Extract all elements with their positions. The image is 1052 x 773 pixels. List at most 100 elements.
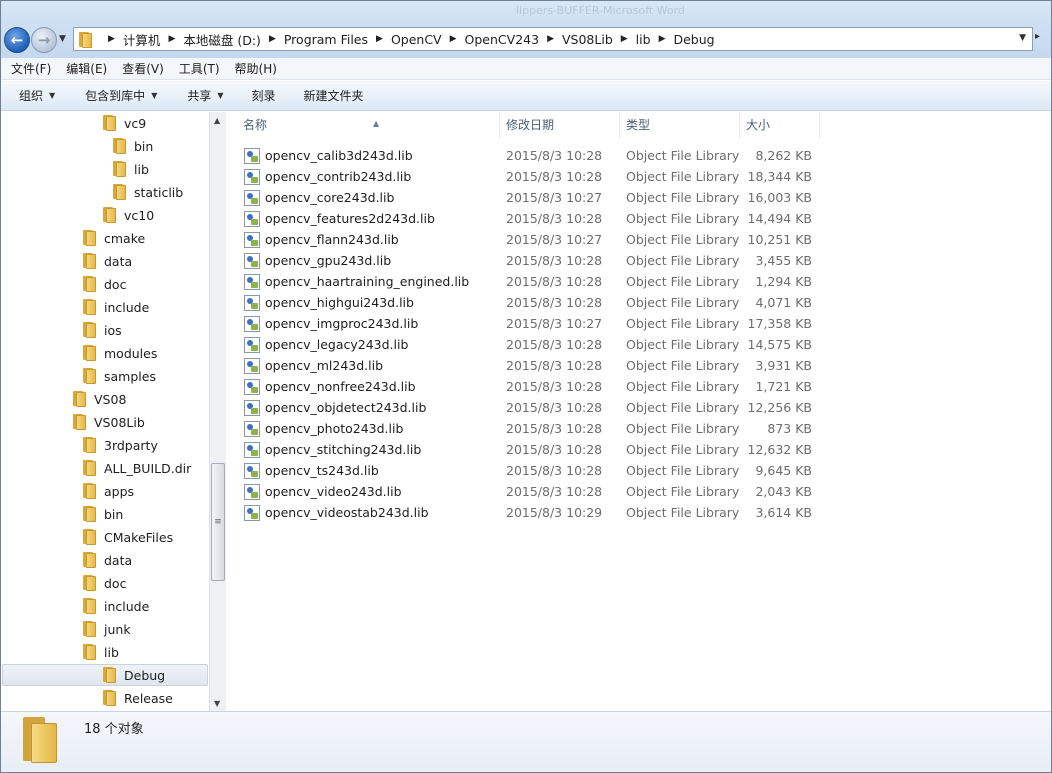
tree-item[interactable]: apps xyxy=(82,480,134,502)
tree-item[interactable]: ALL_BUILD.dir xyxy=(82,457,191,479)
tree-item[interactable]: vc9 xyxy=(102,112,146,134)
tree-item[interactable]: VS08 xyxy=(72,388,126,410)
address-dropdown-icon[interactable]: ▼ xyxy=(1019,33,1026,43)
tree-item[interactable]: lib xyxy=(82,641,119,663)
tree-item[interactable]: junk xyxy=(82,618,131,640)
file-name-cell[interactable]: opencv_core243d.lib xyxy=(244,187,394,208)
forward-button[interactable]: → xyxy=(31,27,57,53)
chevron-right-icon[interactable]: ▶ xyxy=(659,34,666,44)
file-name-cell[interactable]: opencv_highgui243d.lib xyxy=(244,292,414,313)
tree-item[interactable]: modules xyxy=(82,342,157,364)
file-name-cell[interactable]: opencv_flann243d.lib xyxy=(244,229,399,250)
tree-item[interactable]: CMakeFiles xyxy=(82,526,173,548)
chevron-right-icon[interactable]: ▶ xyxy=(450,34,457,44)
breadcrumb-computer[interactable]: 计算机 xyxy=(123,30,161,49)
back-button[interactable]: ← xyxy=(4,27,30,53)
share-button[interactable]: 共享 ▼ xyxy=(187,87,223,104)
file-row[interactable]: opencv_objdetect243d.lib 2015/8/3 10:28 Ob… xyxy=(227,397,1051,418)
breadcrumb-debug[interactable]: Debug xyxy=(673,32,714,47)
tree-item[interactable]: 3rdparty xyxy=(82,434,158,456)
tree-item[interactable]: doc xyxy=(82,273,126,295)
tree-item[interactable]: samples xyxy=(82,365,156,387)
breadcrumb-opencv[interactable]: OpenCV xyxy=(391,32,442,47)
tree-item[interactable]: data xyxy=(82,250,132,272)
file-row[interactable]: opencv_calib3d243d.lib 2015/8/3 10:28 Obje… xyxy=(227,145,1051,166)
scrollbar-thumb[interactable]: ≡ xyxy=(211,463,225,581)
file-row[interactable]: opencv_gpu243d.lib 2015/8/3 10:28 Object F… xyxy=(227,250,1051,271)
tree-item[interactable]: Debug xyxy=(2,664,208,686)
file-name-cell[interactable]: opencv_ts243d.lib xyxy=(244,460,379,481)
tree-item[interactable]: staticlib xyxy=(112,181,183,203)
file-name-cell[interactable]: opencv_video243d.lib xyxy=(244,481,402,502)
file-name-cell[interactable]: opencv_videostab243d.lib xyxy=(244,502,429,523)
file-row[interactable]: opencv_ml243d.lib 2015/8/3 10:28 Object Fi… xyxy=(227,355,1051,376)
file-name-cell[interactable]: opencv_contrib243d.lib xyxy=(244,166,411,187)
column-header-size[interactable]: 大小 xyxy=(740,112,820,139)
file-name-cell[interactable]: opencv_legacy243d.lib xyxy=(244,334,408,355)
chevron-right-icon[interactable]: ▶ xyxy=(269,34,276,44)
file-row[interactable]: opencv_contrib243d.lib 2015/8/3 10:28 Obje… xyxy=(227,166,1051,187)
file-row[interactable]: opencv_photo243d.lib 2015/8/3 10:28 Object… xyxy=(227,418,1051,439)
menu-view[interactable]: 查看(V) xyxy=(122,60,164,77)
chevron-right-icon[interactable]: ▶ xyxy=(547,34,554,44)
tree-item[interactable]: ios xyxy=(82,319,122,341)
refresh-icon[interactable]: ▸ xyxy=(1035,31,1040,42)
include-in-library-button[interactable]: 包含到库中 ▼ xyxy=(85,87,157,104)
chevron-right-icon[interactable]: ▶ xyxy=(168,34,175,44)
column-header-name[interactable]: 名称 ▲ xyxy=(237,112,500,139)
file-name-cell[interactable]: opencv_gpu243d.lib xyxy=(244,250,391,271)
tree-item[interactable]: Release xyxy=(102,687,173,709)
file-row[interactable]: opencv_video243d.lib 2015/8/3 10:28 Object… xyxy=(227,481,1051,502)
tree-item[interactable]: data xyxy=(82,549,132,571)
file-name-cell[interactable]: opencv_objdetect243d.lib xyxy=(244,397,426,418)
tree-item[interactable]: doc xyxy=(82,572,126,594)
file-name-cell[interactable]: opencv_ml243d.lib xyxy=(244,355,383,376)
menu-tools[interactable]: 工具(T) xyxy=(179,60,220,77)
tree-item[interactable]: vc10 xyxy=(102,204,154,226)
tree-item[interactable]: bin xyxy=(82,503,123,525)
tree-item[interactable]: lib xyxy=(112,158,149,180)
file-name-cell[interactable]: opencv_photo243d.lib xyxy=(244,418,403,439)
column-header-date[interactable]: 修改日期 xyxy=(500,112,620,139)
new-folder-button[interactable]: 新建文件夹 xyxy=(304,87,364,104)
file-name-cell[interactable]: opencv_calib3d243d.lib xyxy=(244,145,413,166)
file-name-cell[interactable]: opencv_nonfree243d.lib xyxy=(244,376,416,397)
file-row[interactable]: opencv_ts243d.lib 2015/8/3 10:28 Object Fi… xyxy=(227,460,1051,481)
address-bar[interactable]: ▶ 计算机 ▶ 本地磁盘 (D:) ▶ Program Files ▶ Open… xyxy=(73,27,1033,51)
scroll-down-icon[interactable]: ▼ xyxy=(214,699,220,708)
burn-button[interactable]: 刻录 xyxy=(252,87,276,104)
menu-help[interactable]: 帮助(H) xyxy=(235,60,277,77)
chevron-right-icon[interactable]: ▶ xyxy=(376,34,383,44)
tree-item[interactable]: VS08Lib xyxy=(72,411,145,433)
file-name-cell[interactable]: opencv_imgproc243d.lib xyxy=(244,313,418,334)
file-row[interactable]: opencv_highgui243d.lib 2015/8/3 10:28 Obje… xyxy=(227,292,1051,313)
column-header-type[interactable]: 类型 xyxy=(620,112,740,139)
file-name-cell[interactable]: opencv_features2d243d.lib xyxy=(244,208,435,229)
breadcrumb-opencv243[interactable]: OpenCV243 xyxy=(465,32,540,47)
file-name-cell[interactable]: opencv_stitching243d.lib xyxy=(244,439,421,460)
file-row[interactable]: opencv_videostab243d.lib 2015/8/3 10:29 Ob… xyxy=(227,502,1051,523)
chevron-right-icon[interactable]: ▶ xyxy=(621,34,628,44)
recent-pages-dropdown-icon[interactable]: ▼ xyxy=(59,34,66,44)
breadcrumb-local-disk[interactable]: 本地磁盘 (D:) xyxy=(183,30,261,49)
file-row[interactable]: opencv_stitching243d.lib 2015/8/3 10:28 Ob… xyxy=(227,439,1051,460)
menu-edit[interactable]: 编辑(E) xyxy=(66,60,107,77)
breadcrumb-program-files[interactable]: Program Files xyxy=(284,32,368,47)
file-row[interactable]: opencv_imgproc243d.lib 2015/8/3 10:27 Obje… xyxy=(227,313,1051,334)
breadcrumb-vs08lib[interactable]: VS08Lib xyxy=(562,32,613,47)
tree-item[interactable]: cmake xyxy=(82,227,145,249)
tree-item[interactable]: include xyxy=(82,595,149,617)
file-name-cell[interactable]: opencv_haartraining_engined.lib xyxy=(244,271,469,292)
tree-item[interactable]: include xyxy=(82,296,149,318)
breadcrumb-lib[interactable]: lib xyxy=(636,32,651,47)
file-row[interactable]: opencv_core243d.lib 2015/8/3 10:27 Object … xyxy=(227,187,1051,208)
menu-file[interactable]: 文件(F) xyxy=(11,60,51,77)
tree-item[interactable]: bin xyxy=(112,135,153,157)
file-row[interactable]: opencv_legacy243d.lib 2015/8/3 10:28 Objec… xyxy=(227,334,1051,355)
organize-button[interactable]: 组织 ▼ xyxy=(19,87,55,104)
navigation-scrollbar[interactable]: ▲ ≡ ▼ xyxy=(209,112,226,711)
file-row[interactable]: opencv_haartraining_engined.lib 2015/8/3 … xyxy=(227,271,1051,292)
file-row[interactable]: opencv_nonfree243d.lib 2015/8/3 10:28 Obje… xyxy=(227,376,1051,397)
scroll-up-icon[interactable]: ▲ xyxy=(214,116,220,125)
chevron-right-icon[interactable]: ▶ xyxy=(108,34,115,44)
